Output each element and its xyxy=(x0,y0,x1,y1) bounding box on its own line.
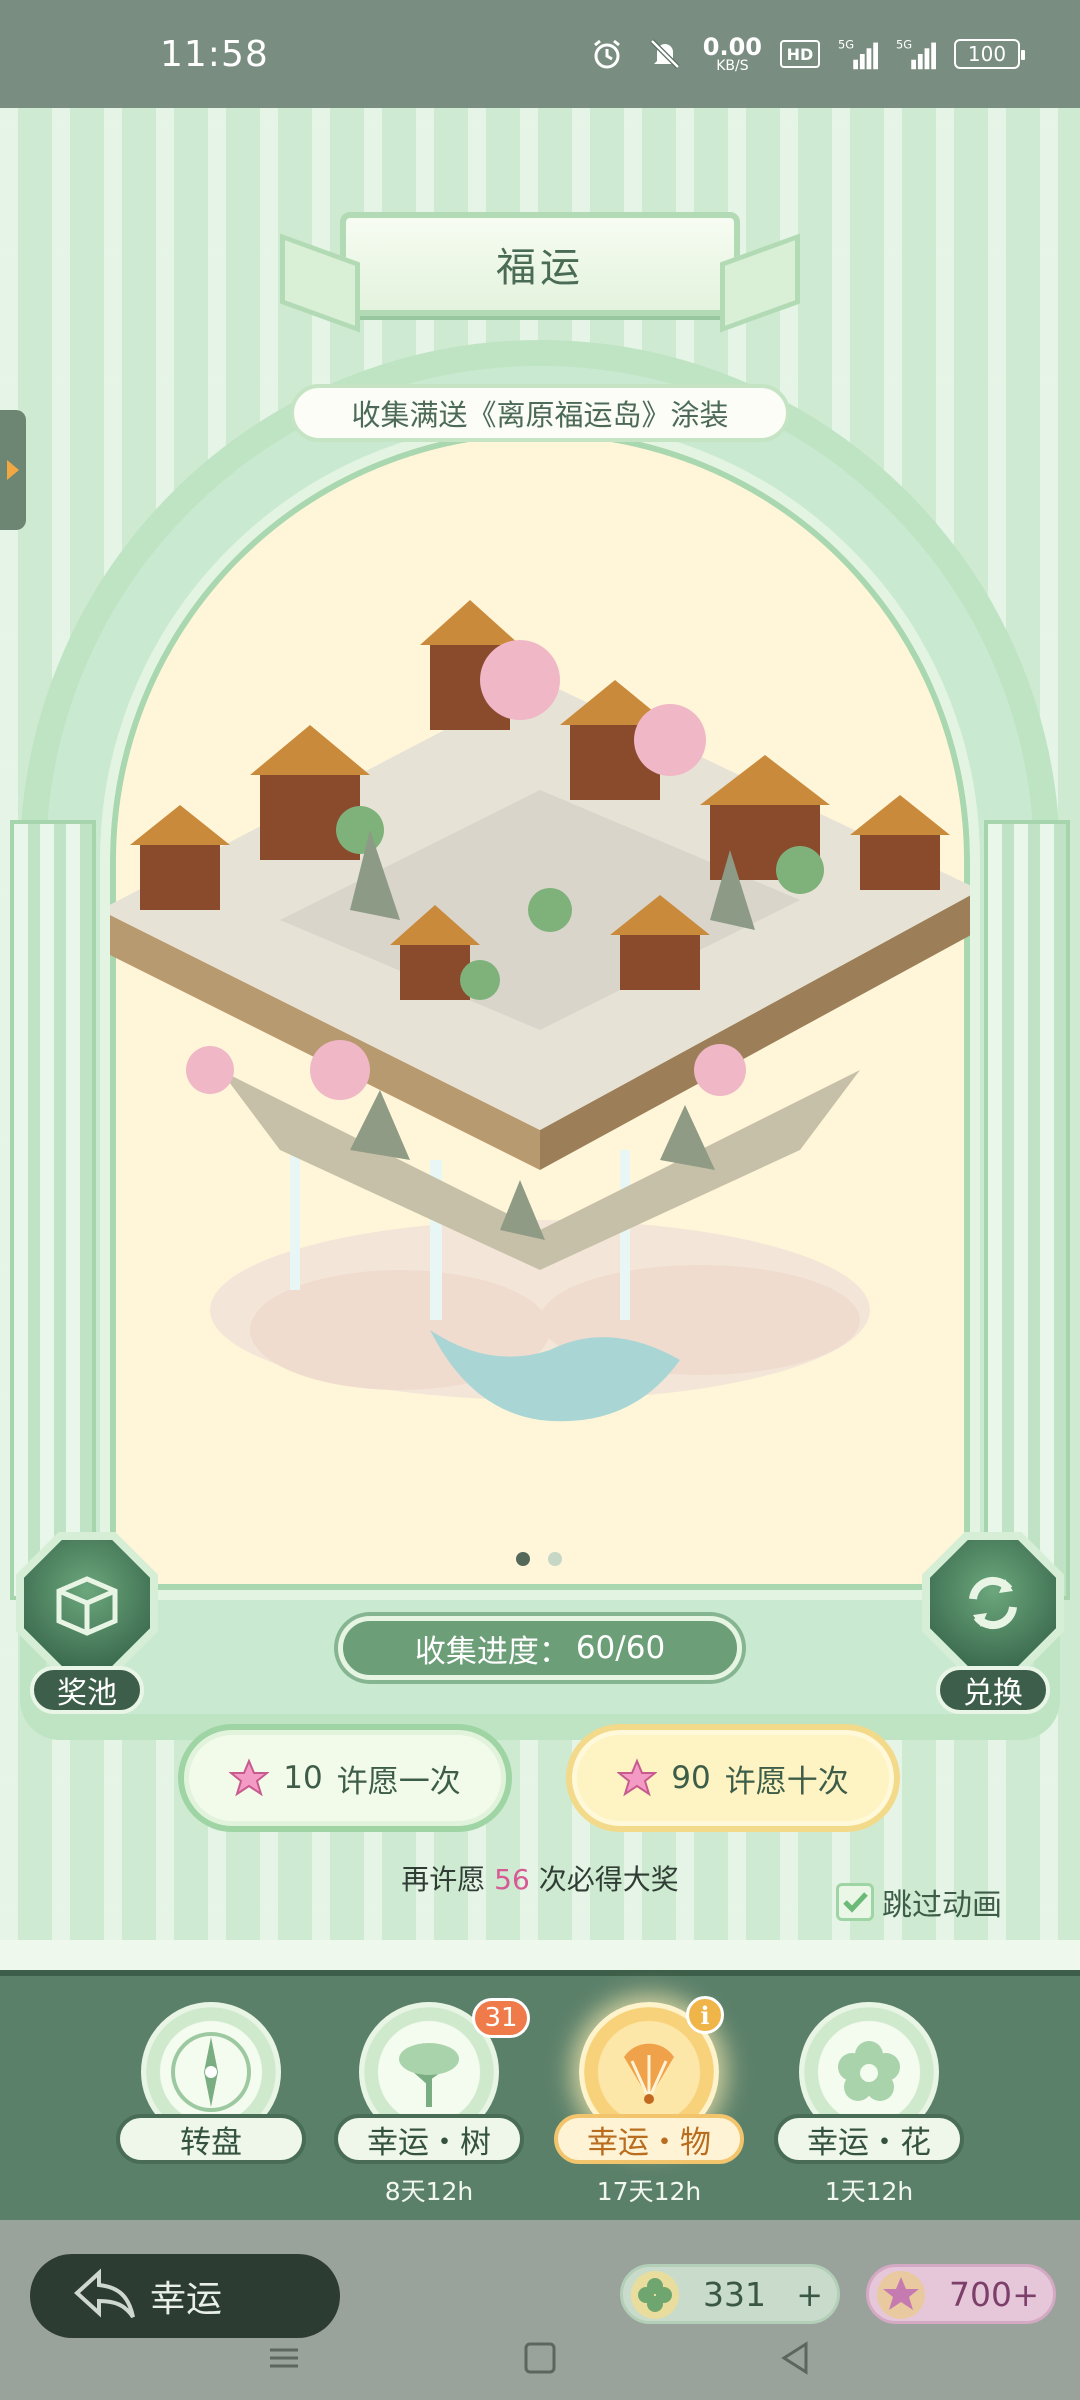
side-drawer-toggle[interactable] xyxy=(0,410,26,530)
exchange-button[interactable]: 兑换 xyxy=(918,1532,1068,1720)
exchange-label: 兑换 xyxy=(936,1666,1050,1714)
luck-category-tabs: 转盘 31 幸运・树 8天12h i 幸运・物 17天12h 幸运・花 1天12… xyxy=(0,1970,1080,2220)
star-coin-icon xyxy=(875,2269,927,2321)
fortune-island-illustration xyxy=(110,600,970,1422)
clover-icon xyxy=(629,2269,681,2321)
right-pillar xyxy=(984,820,1070,1600)
island-display xyxy=(100,420,980,1600)
star-currency[interactable]: 700 + xyxy=(866,2264,1056,2324)
carousel-pagination xyxy=(516,1552,562,1566)
battery-icon: 100 xyxy=(954,39,1025,69)
back-arrow-icon xyxy=(70,2260,140,2330)
nav-back-icon[interactable] xyxy=(776,2338,816,2378)
nav-home-icon[interactable] xyxy=(520,2338,560,2378)
tab-luck-item[interactable]: i 幸运・物 17天12h xyxy=(554,1996,744,2212)
wish-ten-button[interactable]: 90 许愿十次 xyxy=(566,1724,900,1832)
remaining-time: 8天12h xyxy=(384,2177,474,2206)
signal-icon: 5G xyxy=(896,36,936,72)
tab-luck-tree[interactable]: 31 幸运・树 8天12h xyxy=(334,1998,530,2212)
checkbox-checked-icon[interactable] xyxy=(836,1883,874,1921)
carousel-dot[interactable] xyxy=(548,1552,562,1566)
skip-animation-toggle[interactable]: 跳过动画 xyxy=(836,1880,1002,1924)
tab-turntable[interactable]: 转盘 xyxy=(116,2002,306,2212)
clover-currency[interactable]: 331 + xyxy=(620,2264,840,2324)
progress-label: 收集进度： xyxy=(414,1633,570,1670)
left-pillar xyxy=(10,820,96,1600)
pink-star-icon xyxy=(617,1758,658,1798)
wish-ten-cost: 90 xyxy=(671,1760,711,1796)
clock: 11:58 xyxy=(160,33,269,75)
carousel-dot[interactable] xyxy=(516,1552,530,1566)
prize-pool-label: 奖池 xyxy=(30,1666,144,1714)
prize-pool-button[interactable]: 奖池 xyxy=(12,1532,162,1720)
info-icon[interactable]: i xyxy=(686,1996,724,2034)
tab-luck-flower[interactable]: 幸运・花 1天12h xyxy=(774,2002,964,2212)
nav-menu-icon[interactable] xyxy=(264,2338,304,2378)
star-amount: 700 xyxy=(949,2274,1012,2314)
remaining-time: 1天12h xyxy=(824,2177,914,2206)
pink-star-icon xyxy=(229,1758,270,1798)
signal-icon: 5G xyxy=(838,36,878,72)
hd-icon: HD xyxy=(780,40,820,68)
mute-icon xyxy=(645,36,685,72)
gift-box-icon xyxy=(24,1540,150,1666)
notification-badge: 31 xyxy=(472,1998,530,2038)
collection-progress: 收集进度： 60/60 xyxy=(338,1616,742,1680)
alarm-icon xyxy=(587,36,627,72)
page-title: 福运 xyxy=(340,212,740,316)
remaining-wishes-count: 56 xyxy=(494,1863,530,1896)
back-label: 幸运 xyxy=(150,2279,223,2320)
wish-once-label: 许愿一次 xyxy=(336,1763,461,1800)
wish-once-button[interactable]: 10 许愿一次 xyxy=(178,1724,512,1832)
add-star-icon[interactable]: + xyxy=(1012,2279,1039,2311)
svg-text:5G: 5G xyxy=(896,37,912,51)
footer-bar: 幸运 331 + 700 + xyxy=(0,2220,1080,2400)
back-button[interactable]: 幸运 xyxy=(30,2254,340,2338)
remaining-time: 17天12h xyxy=(596,2177,702,2206)
skip-animation-label: 跳过动画 xyxy=(882,1888,1002,1923)
add-clover-icon[interactable]: + xyxy=(796,2279,823,2311)
wish-ten-label: 许愿十次 xyxy=(724,1763,849,1800)
wish-once-cost: 10 xyxy=(283,1760,323,1796)
status-bar: 11:58 0.00 KB/S HD 5G 5G 100 xyxy=(0,0,1080,108)
collection-reward-subtitle: 收集满送《离原福运岛》涂装 xyxy=(290,384,790,442)
clover-amount: 331 xyxy=(703,2274,766,2314)
svg-text:5G: 5G xyxy=(838,37,854,51)
refresh-icon xyxy=(930,1540,1056,1666)
net-speed: 0.00 KB/S xyxy=(702,33,762,74)
progress-value: 60/60 xyxy=(575,1630,666,1666)
